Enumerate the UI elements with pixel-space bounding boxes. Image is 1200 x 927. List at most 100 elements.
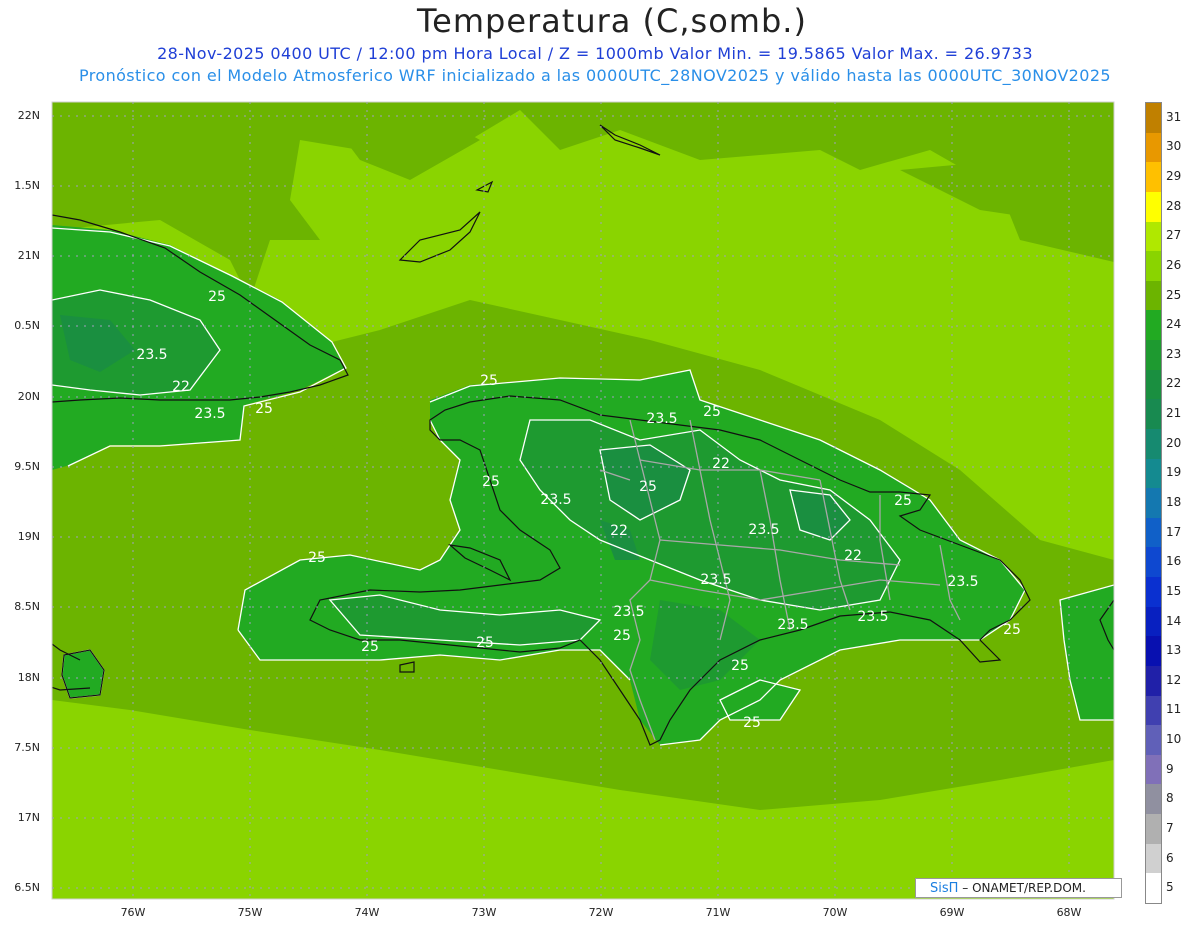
contour-value-label: 22 (712, 456, 730, 472)
legend-label: 16 (1166, 554, 1182, 569)
temperature-map: 2523.52223.5 252523.5 25222523.52522 23.525… (51, 101, 1115, 900)
legend-label: 8 (1166, 791, 1174, 806)
lat-label: 22N (17, 109, 40, 122)
lat-label: 21N (17, 249, 40, 262)
legend-label: 6 (1166, 850, 1174, 865)
lon-label: 71W (705, 906, 731, 919)
contour-value-label: 25 (894, 493, 912, 509)
legend-swatch (1146, 369, 1161, 400)
legend-swatch (1146, 636, 1161, 667)
contour-value-label: 23.5 (194, 406, 225, 422)
lat-label: 19N (17, 530, 40, 543)
lat-label: 1.5N (14, 179, 40, 192)
legend-swatch (1146, 399, 1161, 430)
legend-swatch (1146, 103, 1161, 134)
contour-value-label: 23.5 (136, 347, 167, 363)
legend-label: 15 (1166, 583, 1182, 598)
lon-label: 70W (822, 906, 848, 919)
legend-label: 18 (1166, 495, 1182, 509)
contour-value-label: 25 (361, 639, 379, 655)
legend-swatch (1146, 606, 1161, 637)
legend-label: 20 (1166, 435, 1182, 450)
legend-swatch (1146, 695, 1161, 726)
legend-label: 17 (1166, 524, 1182, 539)
contour-value-label: 25 (639, 479, 657, 495)
contour-value-label: 23.5 (613, 604, 644, 620)
lat-label: 9.5N (14, 460, 40, 473)
legend-swatch (1146, 577, 1161, 608)
lat-label: 0.5N (14, 319, 40, 332)
legend-label: 27 (1166, 228, 1182, 243)
lon-label: 69W (939, 906, 965, 919)
legend-swatch (1146, 547, 1161, 578)
credit-box: SisΠ – ONAMET/REP.DOM. (915, 878, 1122, 898)
lon-label: 74W (354, 906, 380, 919)
legend-swatch (1146, 428, 1161, 460)
contour-value-label: 22 (172, 379, 190, 395)
legend-label: 10 (1166, 732, 1182, 747)
legend-swatch (1146, 784, 1161, 815)
legend-label: 23 (1166, 346, 1182, 361)
legend-swatch (1146, 280, 1161, 311)
legend-swatch (1146, 251, 1161, 282)
legend-label: 21 (1166, 406, 1182, 421)
lat-label: 8.5N (14, 600, 40, 613)
contour-value-label: 22 (610, 523, 628, 539)
legend-label: 7 (1166, 820, 1174, 835)
legend-label: 22 (1166, 376, 1182, 391)
contour-value-label: 23.5 (748, 522, 779, 538)
credit-text: – ONAMET/REP.DOM. (962, 881, 1086, 895)
contour-value-label: 23.5 (857, 609, 888, 625)
legend-label: 28 (1166, 198, 1182, 213)
legend-swatch (1146, 843, 1161, 874)
legend-swatch (1146, 310, 1161, 341)
sispi-logo: SisΠ (930, 881, 959, 896)
legend-swatch (1146, 162, 1161, 193)
legend-swatch (1146, 814, 1161, 845)
lon-label: 76W (120, 906, 146, 919)
contour-value-label: 23.5 (947, 574, 978, 590)
legend-label: 5 (1166, 880, 1174, 895)
legend-label: 13 (1166, 643, 1182, 658)
legend-swatch (1146, 517, 1161, 548)
legend-swatch (1146, 873, 1161, 904)
contour-value-label: 25 (308, 550, 326, 566)
legend-label: 12 (1166, 672, 1182, 687)
contour-value-label: 25 (731, 658, 749, 674)
lat-label: 18N (17, 671, 40, 684)
legend-swatch (1146, 488, 1161, 519)
contour-value-label: 23.5 (700, 572, 731, 588)
legend-swatch (1146, 754, 1161, 785)
legend-label: 11 (1166, 702, 1182, 717)
color-legend (1145, 102, 1162, 904)
contour-value-label: 23.5 (646, 411, 677, 427)
lon-label: 73W (471, 906, 497, 919)
legend-swatch (1146, 191, 1161, 222)
legend-label: 19 (1166, 465, 1182, 480)
legend-swatch (1146, 665, 1161, 697)
legend-label: 26 (1166, 257, 1182, 272)
contour-value-label: 25 (255, 401, 273, 417)
contour-value-label: 25 (476, 635, 494, 651)
contour-value-label: 22 (844, 548, 862, 564)
lon-label: 72W (588, 906, 614, 919)
lon-label: 68W (1056, 906, 1082, 919)
legend-label: 14 (1166, 613, 1182, 628)
lat-label: 20N (17, 390, 40, 403)
lat-label: 17N (17, 811, 40, 824)
lat-label: 6.5N (14, 881, 40, 894)
contour-value-label: 25 (208, 289, 226, 305)
contour-value-label: 25 (703, 404, 721, 420)
legend-swatch (1146, 725, 1161, 756)
contour-value-label: 25 (743, 715, 761, 731)
contour-value-label: 25 (1003, 622, 1021, 638)
legend-label: 9 (1166, 761, 1174, 776)
lon-label: 75W (237, 906, 263, 919)
legend-label: 31 (1166, 109, 1182, 124)
legend-label: 25 (1166, 287, 1182, 302)
lat-label: 7.5N (14, 741, 40, 754)
contour-value-label: 23.5 (540, 492, 571, 508)
contour-value-label: 25 (482, 474, 500, 490)
legend-label: 30 (1166, 139, 1182, 154)
legend-swatch (1146, 132, 1161, 163)
